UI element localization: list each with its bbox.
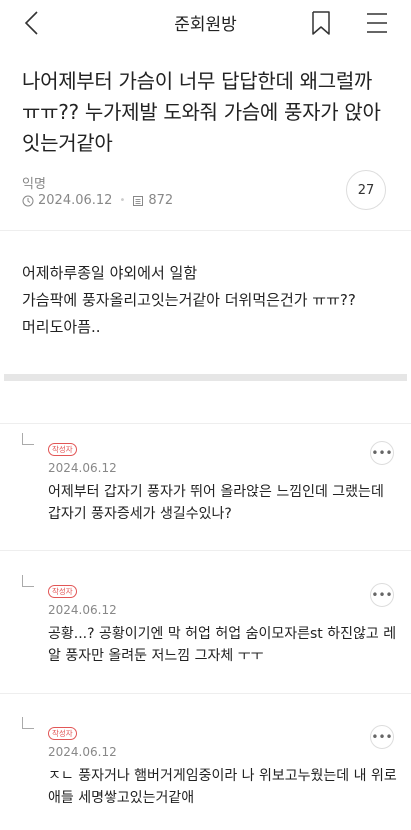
bookmark-icon[interactable]	[309, 9, 333, 37]
comment-date: 2024.06.12	[48, 603, 117, 617]
comment-text: 어제부터 갑자기 풍자가 뛰어 올라앉은 느낌인데 그랬는데 갑자기 풍자증세가…	[48, 484, 384, 522]
top-bar: 준회원방	[0, 0, 411, 48]
post-author: 익명	[22, 177, 46, 192]
more-horizontal-icon[interactable]: •••	[370, 441, 394, 465]
more-horizontal-icon[interactable]: •••	[370, 725, 394, 749]
author-badge: 작성자	[48, 727, 77, 740]
post-meta: 2024.06.12 • 872	[22, 193, 173, 208]
reply-indicator-icon	[22, 717, 34, 729]
divider	[0, 693, 411, 694]
post-body-line: 가슴팍에 풍자올리고잇는거같아 더위먹은건가 ㅠㅠ??	[22, 291, 356, 309]
post-body-line: 머리도아픔..	[22, 318, 101, 336]
post-body: 어제하루종일 야외에서 일함 가슴팍에 풍자올리고잇는거같아 더위먹은건가 ㅠㅠ…	[22, 260, 397, 341]
reply-indicator-icon	[22, 433, 34, 445]
author-badge: 작성자	[48, 585, 77, 598]
reply-indicator-icon	[22, 575, 34, 587]
board-title: 준회원방	[174, 15, 237, 35]
comment-count-button[interactable]: 27	[346, 170, 386, 210]
divider	[0, 550, 411, 551]
post-title: 나어제부터 가슴이 너무 답답한데 왜그럴까 ㅠㅠ?? 누가제발 도와줘 가슴에…	[22, 69, 381, 155]
more-horizontal-icon[interactable]: •••	[370, 583, 394, 607]
comment-date: 2024.06.12	[48, 461, 117, 475]
comment-date: 2024.06.12	[48, 745, 117, 759]
section-divider	[4, 374, 407, 381]
hamburger-menu-icon[interactable]	[365, 11, 389, 35]
view-count-icon	[133, 195, 144, 206]
comment-text: 공황...? 공황이기엔 막 허업 허업 숨이모자른st 하진않고 레알 풍자만…	[48, 626, 397, 664]
comment-text: ㅈㄴ 풍자거나 햄버거게임중이라 나 위보고누웠는데 내 위로 애들 세명쌓고있…	[48, 768, 397, 806]
author-badge: 작성자	[48, 443, 77, 456]
divider	[0, 423, 411, 424]
post-date: 2024.06.12	[38, 193, 113, 208]
divider	[0, 230, 411, 231]
post-body-line: 어제하루종일 야외에서 일함	[22, 264, 198, 282]
post-views: 872	[148, 193, 174, 208]
meta-separator: •	[119, 195, 126, 206]
clock-icon	[22, 195, 34, 206]
